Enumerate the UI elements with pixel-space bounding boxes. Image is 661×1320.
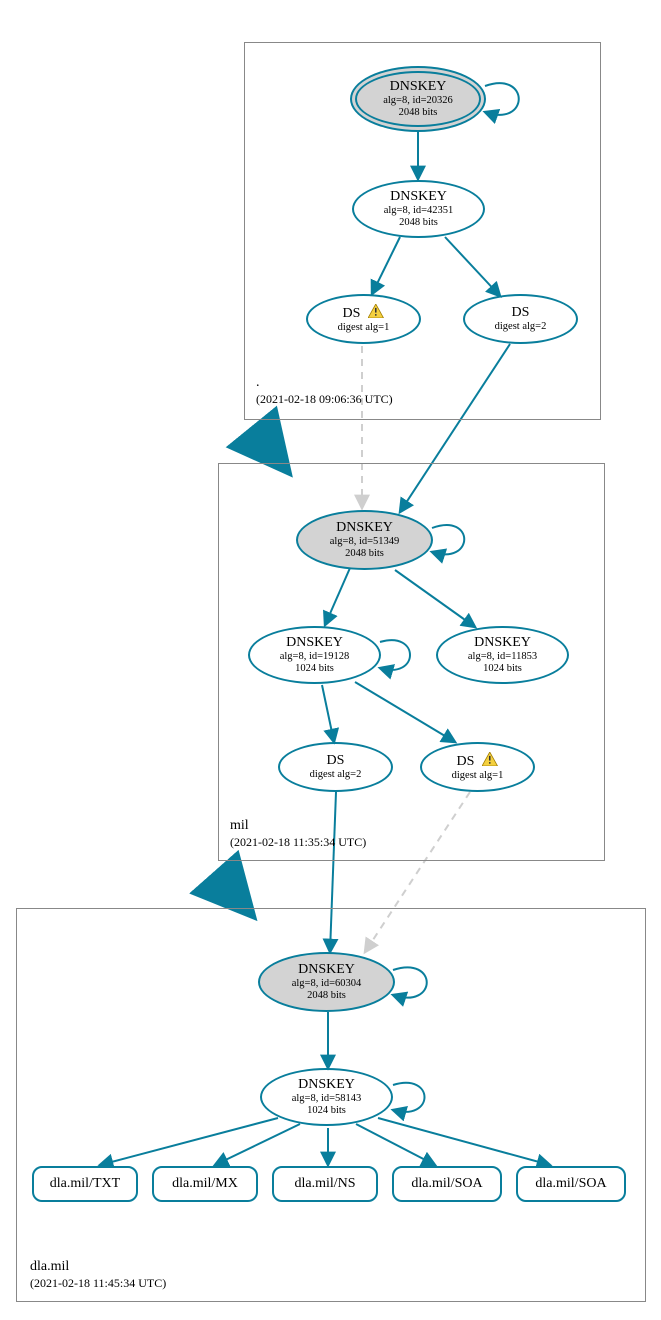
node-line1: digest alg=1 [338, 322, 390, 334]
root-ds-alg1: DS digest alg=1 [306, 294, 421, 344]
node-line1: alg=8, id=42351 [384, 205, 454, 217]
node-title: DNSKEY [390, 189, 447, 205]
node-title-row: DS [457, 752, 499, 770]
node-line1: alg=8, id=11853 [468, 651, 537, 663]
zone-dla-name: dla.mil [30, 1258, 166, 1276]
rr-mx: dla.mil/MX [152, 1166, 258, 1202]
node-title: DS [327, 753, 345, 769]
node-title: DNSKEY [474, 635, 531, 651]
node-title: dla.mil/MX [172, 1176, 238, 1192]
root-dnskey-ksk: DNSKEY alg=8, id=20326 2048 bits [350, 66, 486, 132]
zone-dla-timestamp: (2021-02-18 11:45:34 UTC) [30, 1276, 166, 1292]
node-line2: 2048 bits [345, 548, 384, 560]
zone-dla-label: dla.mil (2021-02-18 11:45:34 UTC) [30, 1258, 166, 1292]
warning-icon [368, 304, 384, 318]
node-line1: alg=8, id=60304 [292, 978, 362, 990]
node-line1: alg=8, id=20326 [383, 95, 453, 107]
node-line2: 2048 bits [307, 990, 346, 1002]
warning-icon [482, 752, 498, 766]
node-title: DNSKEY [298, 962, 355, 978]
node-line1: alg=8, id=19128 [280, 651, 350, 663]
zone-root-timestamp: (2021-02-18 09:06:36 UTC) [256, 392, 393, 408]
node-line2: 1024 bits [483, 663, 522, 675]
zone-root-name: . [256, 374, 393, 392]
rr-soa-1: dla.mil/SOA [392, 1166, 502, 1202]
node-title: dla.mil/SOA [411, 1176, 482, 1192]
node-line1: digest alg=1 [452, 770, 504, 782]
zone-root-label: . (2021-02-18 09:06:36 UTC) [256, 374, 393, 408]
node-line2: 2048 bits [399, 217, 438, 229]
node-title-row: DS [343, 304, 385, 322]
node-title: DS [343, 306, 361, 321]
node-line1: digest alg=2 [310, 769, 362, 781]
mil-ds-alg1: DS digest alg=1 [420, 742, 535, 792]
zone-mil-timestamp: (2021-02-18 11:35:34 UTC) [230, 835, 366, 851]
root-ds-alg2: DS digest alg=2 [463, 294, 578, 344]
node-line1: alg=8, id=58143 [292, 1093, 362, 1105]
node-title: DS [512, 305, 530, 321]
rr-txt: dla.mil/TXT [32, 1166, 138, 1202]
mil-dnskey-ksk: DNSKEY alg=8, id=51349 2048 bits [296, 510, 433, 570]
node-title: DNSKEY [336, 520, 393, 536]
zone-mil-label: mil (2021-02-18 11:35:34 UTC) [230, 817, 366, 851]
node-title: DNSKEY [286, 635, 343, 651]
node-title: DNSKEY [390, 79, 447, 95]
mil-ds-alg2: DS digest alg=2 [278, 742, 393, 792]
dla-dnskey-ksk: DNSKEY alg=8, id=60304 2048 bits [258, 952, 395, 1012]
rr-ns: dla.mil/NS [272, 1166, 378, 1202]
node-line2: 2048 bits [399, 107, 438, 119]
node-title: dla.mil/SOA [535, 1176, 606, 1192]
node-line1: digest alg=2 [495, 321, 547, 333]
node-title: DS [457, 754, 475, 769]
node-line1: alg=8, id=51349 [330, 536, 400, 548]
root-dnskey-zsk: DNSKEY alg=8, id=42351 2048 bits [352, 180, 485, 238]
mil-dnskey-11853: DNSKEY alg=8, id=11853 1024 bits [436, 626, 569, 684]
node-title: dla.mil/TXT [50, 1176, 120, 1192]
rr-soa-2: dla.mil/SOA [516, 1166, 626, 1202]
mil-dnskey-19128: DNSKEY alg=8, id=19128 1024 bits [248, 626, 381, 684]
zone-mil-name: mil [230, 817, 366, 835]
node-title: dla.mil/NS [294, 1176, 355, 1192]
node-line2: 1024 bits [307, 1105, 346, 1117]
node-title: DNSKEY [298, 1077, 355, 1093]
node-line2: 1024 bits [295, 663, 334, 675]
dla-dnskey-zsk: DNSKEY alg=8, id=58143 1024 bits [260, 1068, 393, 1126]
